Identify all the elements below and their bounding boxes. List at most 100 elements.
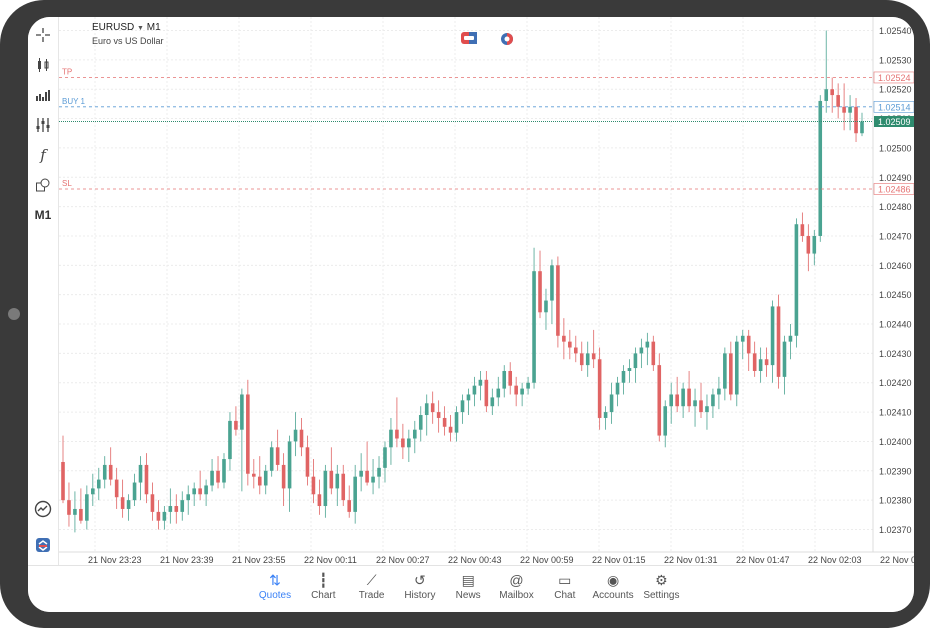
candle-body	[502, 370, 507, 389]
candle-body	[424, 403, 429, 416]
candle-body	[729, 353, 733, 395]
candle-body	[138, 464, 143, 483]
y-tick-label: 1.02440	[879, 320, 912, 330]
chart-canvas[interactable]: 1.025401.025301.025201.025101.025001.024…	[59, 17, 914, 565]
nav-item-label: Settings	[643, 590, 680, 601]
candle-body	[263, 470, 268, 486]
candle-body	[472, 385, 477, 395]
candle-body	[532, 271, 536, 383]
x-tick-label: 21 Nov 23:23	[88, 555, 142, 565]
x-tick-label: 22 Nov 01:15	[592, 555, 646, 565]
candle-body	[615, 382, 620, 395]
candle-body	[740, 335, 745, 342]
candle-body	[299, 429, 304, 448]
left-toolbar: f M1	[28, 17, 59, 565]
candle-body	[490, 397, 495, 407]
candle-body	[723, 353, 727, 389]
candle-body	[359, 470, 363, 477]
candle-body	[257, 476, 262, 486]
candle-body	[365, 470, 369, 483]
candle-body	[287, 441, 292, 489]
candle-body	[663, 406, 668, 436]
candle-body	[210, 470, 214, 486]
candle-body	[102, 464, 107, 480]
candle-body	[693, 400, 697, 407]
home-button[interactable]	[8, 308, 20, 320]
candle-body	[514, 385, 518, 395]
accounts-icon: ◉	[606, 572, 620, 588]
x-tick-label: 22 Nov 01:47	[736, 555, 790, 565]
y-tick-label: 1.02500	[879, 143, 912, 153]
candle-body	[794, 224, 799, 336]
y-tick-label: 1.02430	[879, 349, 912, 359]
nav-item-settings[interactable]: ⚙ Settings	[636, 570, 686, 601]
nav-item-quotes[interactable]: ⇅ Quotes	[250, 570, 300, 601]
candle-body	[91, 488, 95, 495]
candle-body	[609, 394, 614, 413]
candle-body	[192, 488, 196, 495]
candle-body	[132, 482, 137, 501]
settings-sliders-icon[interactable]	[28, 113, 58, 137]
nav-item-accounts[interactable]: ◉ Accounts	[588, 570, 638, 601]
candle-body	[430, 403, 435, 413]
candle-body	[460, 400, 465, 413]
symbol-header[interactable]: EURUSD ▼ M1 Euro vs US Dollar	[92, 22, 164, 47]
crosshair-icon[interactable]	[28, 23, 58, 47]
nav-item-chat[interactable]: ▭ Chat	[540, 570, 590, 601]
chart-analytics-icon[interactable]	[28, 497, 58, 521]
nav-item-chart[interactable]: ┇ Chart	[298, 570, 348, 601]
x-tick-label: 22 Nov 02:03	[808, 555, 862, 565]
nav-item-label: Accounts	[592, 590, 634, 601]
candle-body	[311, 476, 316, 495]
candle-body	[395, 429, 399, 439]
candle-body	[96, 479, 101, 489]
candle-body	[269, 447, 274, 471]
candle-body	[216, 470, 220, 483]
candle-body	[508, 370, 513, 386]
one-click-trading-icon[interactable]	[28, 533, 58, 557]
candle-body	[156, 511, 161, 521]
candle-body	[448, 426, 453, 433]
buy-button[interactable]	[499, 32, 515, 45]
objects-icon[interactable]	[28, 173, 58, 197]
candle-body	[454, 412, 459, 433]
candle-body	[824, 89, 829, 101]
nav-item-trade[interactable]: ⟋ Trade	[347, 570, 397, 601]
candle-body	[85, 494, 89, 521]
y-tick-label: 1.02450	[879, 290, 912, 300]
candle-body	[764, 359, 769, 366]
candle-body	[347, 500, 352, 512]
price-chart[interactable]: 1.025401.025301.025201.025101.025001.024…	[59, 17, 914, 565]
symbol-timeframe: M1	[146, 22, 161, 33]
candle-body	[544, 300, 548, 313]
indicators-icon[interactable]	[28, 83, 58, 107]
nav-item-mailbox[interactable]: @ Mailbox	[492, 570, 542, 601]
candle-body	[651, 341, 656, 366]
nav-item-news[interactable]: ▤ News	[443, 570, 493, 601]
bottom-navigation: ⇅ Quotes ┇ Chart ⟋ Trade ↺ History ▤ News @ Mailbox…	[28, 565, 914, 612]
quotes-icon: ⇅	[269, 572, 281, 588]
y-tick-label: 1.02370	[879, 525, 912, 535]
candle-body	[275, 447, 280, 465]
candlestick-icon[interactable]	[28, 53, 58, 77]
candle-body	[168, 506, 173, 512]
trade-icon: ⟋	[366, 572, 377, 588]
candle-body	[126, 500, 131, 509]
sell-button[interactable]	[461, 32, 477, 44]
nav-item-label: Chart	[311, 590, 336, 601]
candle-body	[79, 508, 83, 521]
candle-body	[657, 365, 662, 436]
candle-body	[198, 488, 202, 495]
nav-item-label: Trade	[358, 590, 385, 601]
nav-item-history[interactable]: ↺ History	[395, 570, 445, 601]
y-tick-label: 1.02410	[879, 408, 912, 418]
chat-icon: ▭	[558, 572, 572, 588]
timeframe-label[interactable]: M1	[28, 203, 58, 227]
candle-body	[335, 473, 340, 489]
candle-body	[317, 494, 322, 507]
x-tick-label: 22 Nov 02:1	[880, 555, 914, 565]
function-icon[interactable]: f	[28, 143, 58, 167]
candle-body	[705, 406, 709, 413]
candle-body	[645, 341, 650, 348]
candle-body	[418, 415, 423, 430]
